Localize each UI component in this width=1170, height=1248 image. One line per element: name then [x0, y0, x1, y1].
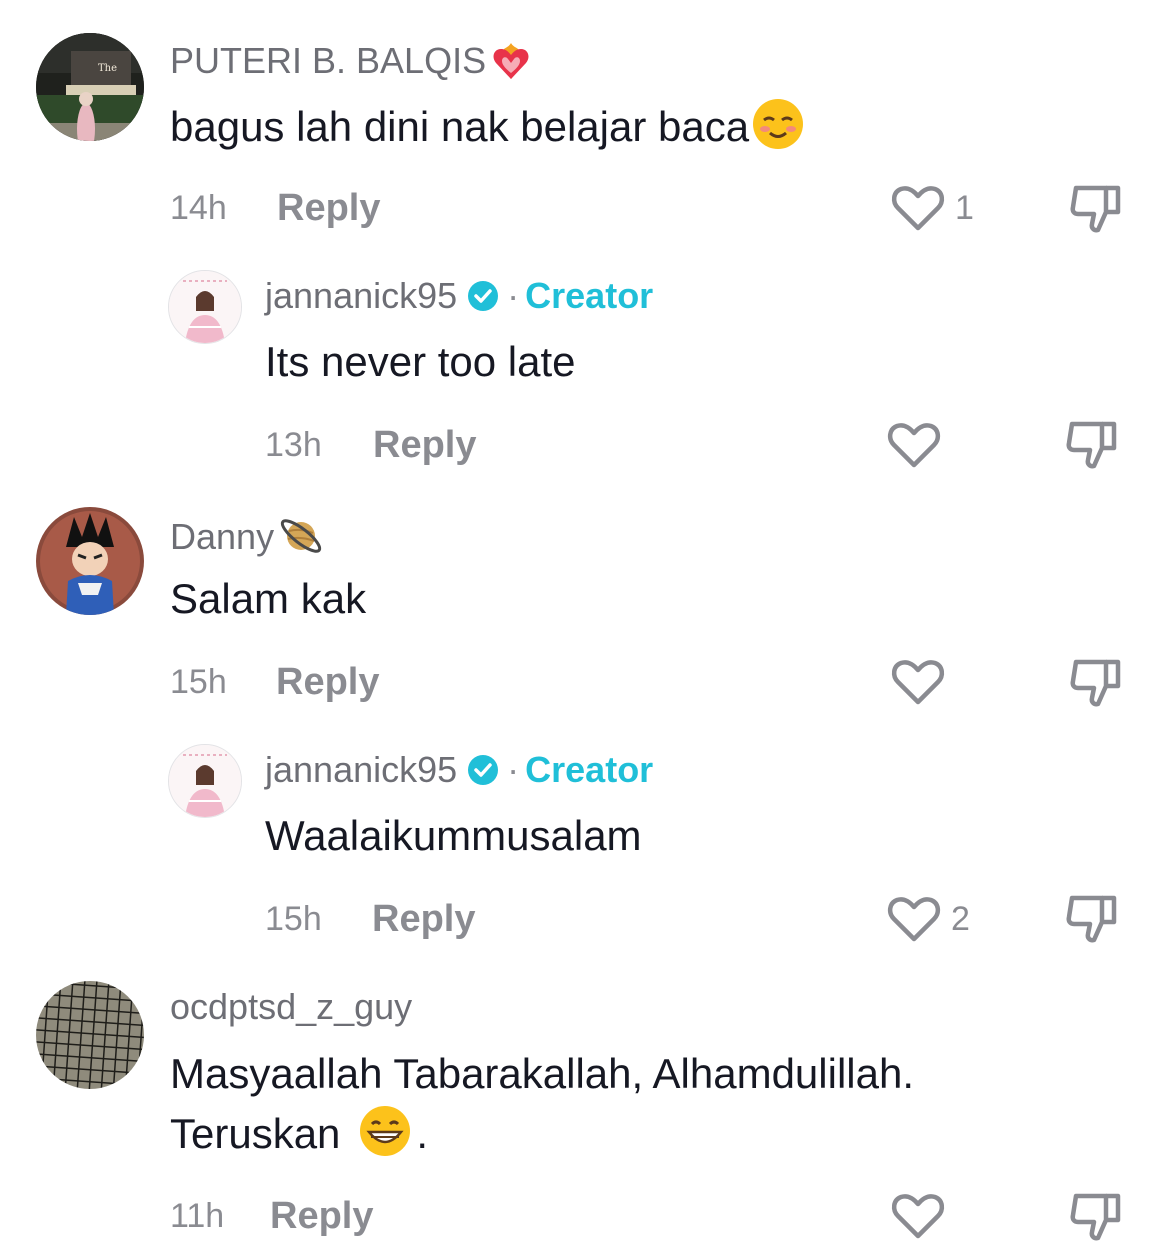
ringed-planet-emoji: [280, 519, 322, 553]
separator-dot: ·: [507, 749, 520, 790]
thumbs-down-icon[interactable]: [1068, 182, 1124, 236]
avatar-image: [36, 981, 144, 1089]
like-count: 2: [951, 900, 970, 938]
comment-text-line2: Teruskan .: [170, 1104, 428, 1163]
comment-username[interactable]: PUTERI B. BALQIS: [170, 37, 534, 83]
reply-text: Its never too late: [265, 338, 576, 385]
reply-text: Waalaikummusalam: [265, 812, 642, 859]
comment-text-line1: Masyaallah Tabarakallah, Alhamdulillah.: [170, 1050, 915, 1097]
reply-time: 13h: [265, 426, 322, 464]
like-heart-icon[interactable]: [890, 1191, 946, 1241]
smiling-face-emoji: [753, 99, 804, 149]
avatar-image: [169, 271, 241, 343]
thumbs-down-icon[interactable]: [1068, 656, 1124, 710]
comment-text: bagus lah dini nak belajar baca: [170, 97, 805, 156]
separator-dot: ·: [507, 275, 520, 316]
reply-time: 15h: [265, 900, 322, 938]
like-heart-icon[interactable]: [886, 894, 942, 944]
reply-username[interactable]: jannanick95: [265, 275, 457, 316]
reply-username-row: jannanick95 · Creator: [265, 748, 653, 792]
like-count: 1: [955, 189, 974, 227]
comment-time: 15h: [170, 663, 227, 701]
creator-badge: Creator: [525, 749, 654, 790]
comment-username[interactable]: Danny: [170, 511, 326, 561]
like-heart-icon[interactable]: [890, 657, 946, 707]
avatar[interactable]: [36, 507, 144, 615]
thumbs-down-icon[interactable]: [1064, 418, 1120, 472]
grinning-face-emoji: [360, 1106, 411, 1156]
thumbs-down-icon[interactable]: [1068, 1190, 1124, 1244]
svg-text:The: The: [98, 63, 117, 74]
reply-button[interactable]: Reply: [270, 1194, 373, 1238]
comment-text: Salam kak: [170, 575, 367, 622]
creator-badge: Creator: [525, 275, 654, 316]
reply-button[interactable]: Reply: [372, 897, 475, 941]
avatar[interactable]: [36, 981, 144, 1089]
verified-badge-icon: [468, 755, 499, 785]
avatar[interactable]: [168, 270, 242, 344]
comment-item: The PUTERI B. BALQIS bagus lah dini nak …: [0, 0, 1170, 470]
heart-on-fire-emoji: [493, 43, 529, 79]
comment-item: Danny Salam kak 15h Reply jannanick95 · C…: [0, 470, 1170, 950]
comment-item: ocdptsd_z_guy Masyaallah Tabarakallah, A…: [0, 950, 1170, 1248]
like-heart-icon[interactable]: [886, 420, 942, 470]
avatar-image: [36, 507, 144, 615]
reply-username-row: jannanick95 · Creator: [265, 274, 653, 318]
comment-time: 14h: [170, 189, 227, 227]
like-heart-icon[interactable]: [890, 183, 946, 233]
avatar[interactable]: [168, 744, 242, 818]
reply-button[interactable]: Reply: [276, 660, 379, 704]
comment-time: 11h: [170, 1197, 225, 1235]
avatar-image: The: [36, 33, 144, 141]
verified-badge-icon: [468, 281, 499, 311]
reply-username[interactable]: jannanick95: [265, 749, 457, 790]
avatar[interactable]: The: [36, 33, 144, 141]
comment-username[interactable]: ocdptsd_z_guy: [170, 985, 412, 1029]
reply-button[interactable]: Reply: [277, 186, 380, 230]
avatar-image: [169, 745, 241, 817]
reply-button[interactable]: Reply: [373, 423, 476, 467]
thumbs-down-icon[interactable]: [1064, 892, 1120, 946]
